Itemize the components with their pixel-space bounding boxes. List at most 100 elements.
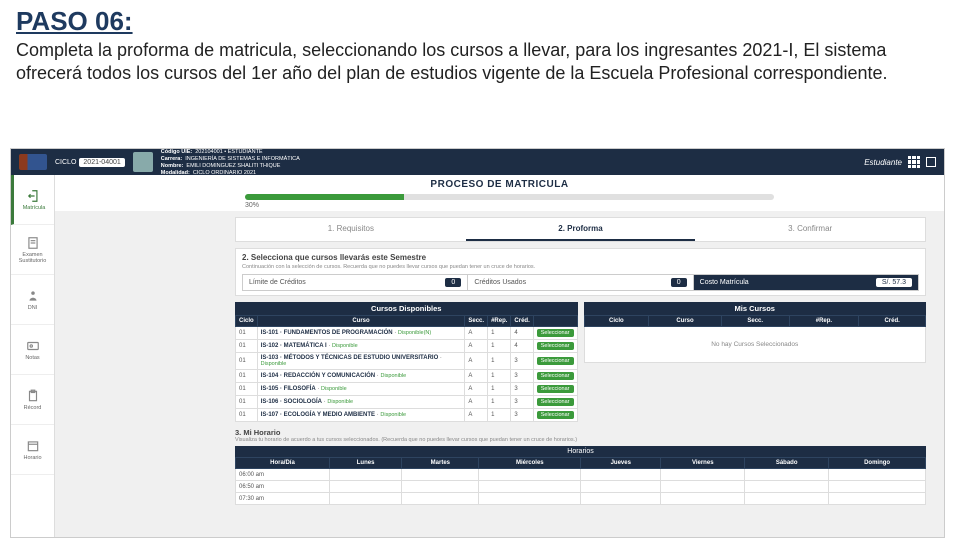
table-row: 07:30 am <box>236 493 926 505</box>
sidebar-item-dni[interactable]: DNI <box>11 275 54 325</box>
table-row: 06:00 am <box>236 469 926 481</box>
rep-cell: 1 <box>488 353 511 370</box>
limite-label: Límite de Créditos <box>249 279 306 286</box>
slot-cell <box>329 481 401 493</box>
section2-title: 2. Selecciona que cursos llevarás este S… <box>242 253 919 262</box>
costo-label: Costo Matrícula <box>700 279 749 286</box>
slot-cell <box>581 493 661 505</box>
col-header: Secc. <box>465 316 488 327</box>
costo-value: S/. 57.3 <box>876 278 912 287</box>
fullscreen-icon[interactable] <box>926 157 936 167</box>
available-caption: Cursos Disponibles <box>235 302 578 315</box>
sidebar: Matrícula Examen Sustitutorio DNI Notas … <box>11 175 55 537</box>
secc-cell: A <box>465 340 488 353</box>
secc-cell: A <box>465 353 488 370</box>
ciclo-cell: 01 <box>236 396 258 409</box>
select-button[interactable]: Seleccionar <box>537 342 574 350</box>
exit-icon <box>27 189 41 203</box>
curso-cell: IS-101 · FUNDAMENTOS DE PROGRAMACIÓN · D… <box>257 327 465 340</box>
period-field: CICLO 2021-04001 <box>55 158 125 167</box>
col-header: Viernes <box>661 458 745 469</box>
tab-requisitos[interactable]: 1. Requisitos <box>236 218 466 241</box>
my-courses: Mis Cursos CicloCursoSecc.#Rep.Créd. No … <box>584 302 927 422</box>
select-button[interactable]: Seleccionar <box>537 411 574 419</box>
select-button[interactable]: Seleccionar <box>537 372 574 380</box>
sidebar-item-label: Récord <box>24 405 42 411</box>
steps-tabs: 1. Requisitos 2. Proforma 3. Confirmar <box>235 217 926 242</box>
select-button[interactable]: Seleccionar <box>537 357 574 365</box>
sidebar-item-record[interactable]: Récord <box>11 375 54 425</box>
slot-cell <box>479 469 581 481</box>
ciclo-cell: 01 <box>236 409 258 422</box>
sidebar-item-label: Horario <box>23 455 41 461</box>
select-button[interactable]: Seleccionar <box>537 385 574 393</box>
tab-proforma[interactable]: 2. Proforma <box>466 218 696 241</box>
sidebar-item-notas[interactable]: Notas <box>11 325 54 375</box>
cred-cell: 4 <box>511 340 533 353</box>
mycourses-caption: Mis Cursos <box>584 302 927 315</box>
student-info: Código UIE:202104001 • ESTUDIANTE Carrer… <box>161 149 856 176</box>
nombre-label: Nombre: <box>161 163 184 169</box>
slot-cell <box>329 493 401 505</box>
sidebar-item-label: Notas <box>25 355 39 361</box>
sidebar-item-examen[interactable]: Examen Sustitutorio <box>11 225 54 275</box>
select-button[interactable]: Seleccionar <box>537 329 574 337</box>
hour-cell: 06:50 am <box>236 481 330 493</box>
apps-grid-icon[interactable] <box>908 156 920 168</box>
col-header: Curso <box>257 316 465 327</box>
secc-cell: A <box>465 409 488 422</box>
usados-label: Créditos Usados <box>474 279 526 286</box>
slot-cell <box>745 493 829 505</box>
avatar <box>133 152 153 172</box>
slot-cell <box>829 493 926 505</box>
codigo-label: Código UIE: <box>161 149 192 155</box>
secc-cell: A <box>465 383 488 396</box>
ciclo-cell: 01 <box>236 353 258 370</box>
slot-cell <box>329 469 401 481</box>
page-title: PROCESO DE MATRICULA <box>55 175 944 192</box>
topbar: CICLO 2021-04001 Código UIE:202104001 • … <box>11 149 944 175</box>
slot-cell <box>745 481 829 493</box>
ciclo-cell: 01 <box>236 370 258 383</box>
secc-cell: A <box>465 396 488 409</box>
available-courses: Cursos Disponibles CicloCursoSecc.#Rep.C… <box>235 302 578 422</box>
col-header: #Rep. <box>488 316 511 327</box>
slot-cell <box>581 481 661 493</box>
slot-cell <box>479 493 581 505</box>
sidebar-item-label: Examen Sustitutorio <box>11 252 54 264</box>
slot-cell <box>581 469 661 481</box>
sidebar-item-matricula[interactable]: Matrícula <box>11 175 54 225</box>
col-header: Lunes <box>329 458 401 469</box>
usados-value: 0 <box>671 278 687 287</box>
sidebar-item-label: DNI <box>28 305 37 311</box>
section-horario: 3. Mi Horario Visualiza tu horario de ac… <box>235 428 926 505</box>
cred-cell: 3 <box>511 396 533 409</box>
rep-cell: 1 <box>488 327 511 340</box>
secc-cell: A <box>465 327 488 340</box>
limite-value: 0 <box>445 278 461 287</box>
col-header: Martes <box>402 458 479 469</box>
col-header: Secc. <box>721 316 789 327</box>
rep-cell: 1 <box>488 370 511 383</box>
section2-subtitle: Continuación con la selección de cursos.… <box>242 264 919 270</box>
period-label: CICLO <box>55 159 76 166</box>
table-row: 01IS-104 · REDACCIÓN Y COMUNICACIÓN · Di… <box>236 370 578 383</box>
credits-summary: Límite de Créditos 0 Créditos Usados 0 Cos… <box>242 274 919 291</box>
slot-cell <box>661 469 745 481</box>
select-button[interactable]: Seleccionar <box>537 398 574 406</box>
sidebar-item-horario[interactable]: Horario <box>11 425 54 475</box>
secc-cell: A <box>465 370 488 383</box>
codigo-value: 202104001 • ESTUDIANTE <box>195 149 262 155</box>
ciclo-cell: 01 <box>236 327 258 340</box>
clipboard-icon <box>26 389 40 403</box>
table-row: 01IS-103 · MÉTODOS Y TÉCNICAS DE ESTUDIO… <box>236 353 578 370</box>
col-header: Miércoles <box>479 458 581 469</box>
rep-cell: 1 <box>488 340 511 353</box>
progress-percent: 30% <box>245 202 774 209</box>
tab-confirmar[interactable]: 3. Confirmar <box>695 218 925 241</box>
sidebar-item-label: Matrícula <box>23 205 46 211</box>
slot-cell <box>402 469 479 481</box>
col-header: Créd. <box>859 316 926 327</box>
slot-cell <box>745 469 829 481</box>
curso-cell: IS-105 · FILOSOFÍA · Disponible <box>257 383 465 396</box>
